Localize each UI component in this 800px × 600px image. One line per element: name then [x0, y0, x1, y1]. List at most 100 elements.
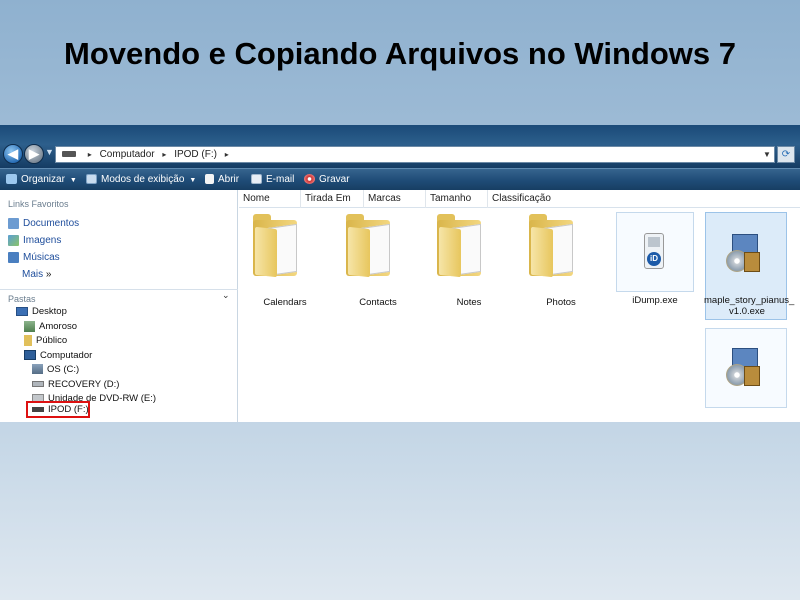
chevron-down-icon: ▼ — [189, 177, 197, 184]
tree-item-ipod-f[interactable]: IPOD (F:) — [32, 404, 89, 415]
file-name-line2: v1.0.exe — [729, 306, 765, 317]
slide-title: Movendo e Copiando Arquivos no Windows 7 — [64, 36, 736, 71]
column-classificacao[interactable]: Classificação — [488, 190, 558, 208]
installer-icon — [726, 348, 762, 388]
favorite-imagens[interactable]: Imagens — [8, 235, 61, 246]
gravar-label: Gravar — [319, 174, 350, 185]
forward-button[interactable]: ▶ — [24, 144, 44, 164]
views-icon — [86, 174, 97, 185]
tree-item-desktop[interactable]: Desktop — [16, 306, 67, 317]
folders-title[interactable]: Pastas — [8, 294, 36, 304]
user-folder-icon — [24, 321, 35, 332]
breadcrumb-computador[interactable]: Computador — [100, 149, 155, 160]
file-installer-2[interactable] — [704, 328, 790, 422]
folder-contacts[interactable]: Contacts — [346, 212, 410, 312]
email-button[interactable]: E-mail — [251, 169, 294, 191]
exe-frame: iD — [616, 212, 694, 292]
chevron-down-icon[interactable]: ⌄ — [222, 290, 230, 301]
hard-drive-icon — [32, 364, 43, 375]
address-field[interactable]: ▸ Computador ▸ IPOD (F:) ▸ — [55, 146, 775, 163]
folder-icon — [529, 214, 575, 278]
chevron-down-icon: ▼ — [69, 177, 77, 184]
navigation-pane: Links Favoritos Documentos Imagens Músic… — [0, 190, 238, 422]
file-name: Calendars — [263, 297, 307, 308]
removable-drive-icon — [32, 406, 44, 412]
folder-notes[interactable]: Notes — [437, 212, 501, 312]
favorite-label: Músicas — [23, 252, 60, 264]
recent-pages-dropdown-icon[interactable]: ▼ — [45, 147, 54, 157]
tree-label: Público — [36, 335, 68, 347]
tree-item-os-c[interactable]: OS (C:) — [32, 364, 79, 375]
divider — [0, 289, 238, 290]
address-bar: ◀ ▶ ▼ ▸ Computador ▸ IPOD (F:) ▸ ▼ ⟳ — [0, 125, 800, 168]
drive-icon — [62, 151, 76, 158]
modos-exibicao-button[interactable]: Modos de exibição ▼ — [86, 169, 196, 191]
tree-item-publico[interactable]: Público — [24, 335, 67, 346]
modos-exibicao-label: Modos de exibição — [101, 174, 185, 185]
column-nome[interactable]: Nome — [239, 190, 301, 208]
file-name: Contacts — [359, 297, 397, 308]
favorite-label: Imagens — [23, 235, 62, 247]
pictures-icon — [8, 235, 19, 246]
open-icon — [205, 174, 214, 185]
file-idump[interactable]: iD iDump.exe — [614, 210, 696, 310]
burn-disc-icon — [304, 174, 315, 185]
computer-icon — [24, 350, 36, 361]
abrir-button[interactable]: Abrir — [205, 169, 239, 191]
file-name-line1: maple_story_pianus_ — [704, 295, 795, 306]
command-bar: Organizar ▼ Modos de exibição ▼ Abrir E-ma… — [0, 168, 800, 190]
file-list-pane: Nome Tirada Em Marcas Tamanho Classifica… — [239, 190, 800, 422]
more-label: Mais — [22, 269, 44, 280]
ipod-icon: iD — [644, 233, 664, 269]
column-tamanho[interactable]: Tamanho — [426, 190, 488, 208]
public-folder-icon — [24, 335, 32, 346]
documents-icon — [8, 218, 19, 229]
favorite-label: Documentos — [23, 218, 80, 230]
column-headers: Nome Tirada Em Marcas Tamanho Classifica… — [239, 190, 800, 208]
back-button[interactable]: ◀ — [3, 144, 23, 164]
organizar-label: Organizar — [21, 174, 65, 185]
folder-icon — [437, 214, 483, 278]
folder-photos[interactable]: Photos — [529, 212, 593, 312]
breadcrumb-ipod[interactable]: IPOD (F:) — [174, 149, 217, 160]
tree-label: OS (C:) — [47, 364, 80, 375]
tree-label: Desktop — [32, 306, 67, 317]
path-separator: ▸ — [162, 150, 167, 159]
gravar-button[interactable]: Gravar — [304, 169, 350, 191]
file-maple-story-installer[interactable]: maple_story_pianus_ v1.0.exe — [704, 210, 795, 322]
explorer-screenshot: ◀ ▶ ▼ ▸ Computador ▸ IPOD (F:) ▸ ▼ ⟳ Org… — [0, 125, 800, 422]
double-chevron-icon: » — [45, 269, 52, 280]
column-tirada-em[interactable]: Tirada Em — [301, 190, 364, 208]
hard-drive-icon — [32, 381, 44, 388]
favorite-documentos[interactable]: Documentos — [8, 218, 79, 229]
tree-label: RECOVERY (D:) — [48, 379, 120, 390]
favorite-musicas[interactable]: Músicas — [8, 252, 60, 263]
tree-item-recovery-d[interactable]: RECOVERY (D:) — [32, 379, 119, 390]
abrir-label: Abrir — [218, 174, 240, 185]
favorites-title: Links Favoritos — [8, 199, 69, 209]
music-icon — [8, 252, 19, 263]
folder-calendars[interactable]: Calendars — [253, 212, 317, 312]
organize-icon — [6, 174, 17, 185]
tree-label: Amoroso — [39, 321, 78, 333]
more-links[interactable]: Mais » — [22, 269, 51, 280]
organizar-button[interactable]: Organizar ▼ — [6, 169, 77, 191]
column-marcas[interactable]: Marcas — [364, 190, 426, 208]
email-icon — [251, 174, 262, 185]
file-name: Photos — [546, 297, 576, 308]
address-dropdown-icon[interactable]: ▼ — [761, 147, 773, 162]
tree-item-amoroso[interactable]: Amoroso — [24, 321, 77, 332]
folder-icon — [346, 214, 392, 278]
file-name: Notes — [456, 297, 482, 308]
email-label: E-mail — [266, 174, 295, 185]
desktop-icon — [16, 306, 28, 316]
tree-label: IPOD (F:) — [48, 404, 89, 415]
refresh-button[interactable]: ⟳ — [777, 146, 795, 163]
folder-icon — [253, 214, 299, 278]
tree-item-computador[interactable]: Computador — [24, 350, 92, 361]
file-name: iDump.exe — [632, 295, 678, 306]
path-separator: ▸ — [87, 150, 92, 159]
tree-label: Computador — [40, 350, 93, 361]
path-separator: ▸ — [224, 150, 229, 159]
installer-icon — [726, 234, 762, 274]
